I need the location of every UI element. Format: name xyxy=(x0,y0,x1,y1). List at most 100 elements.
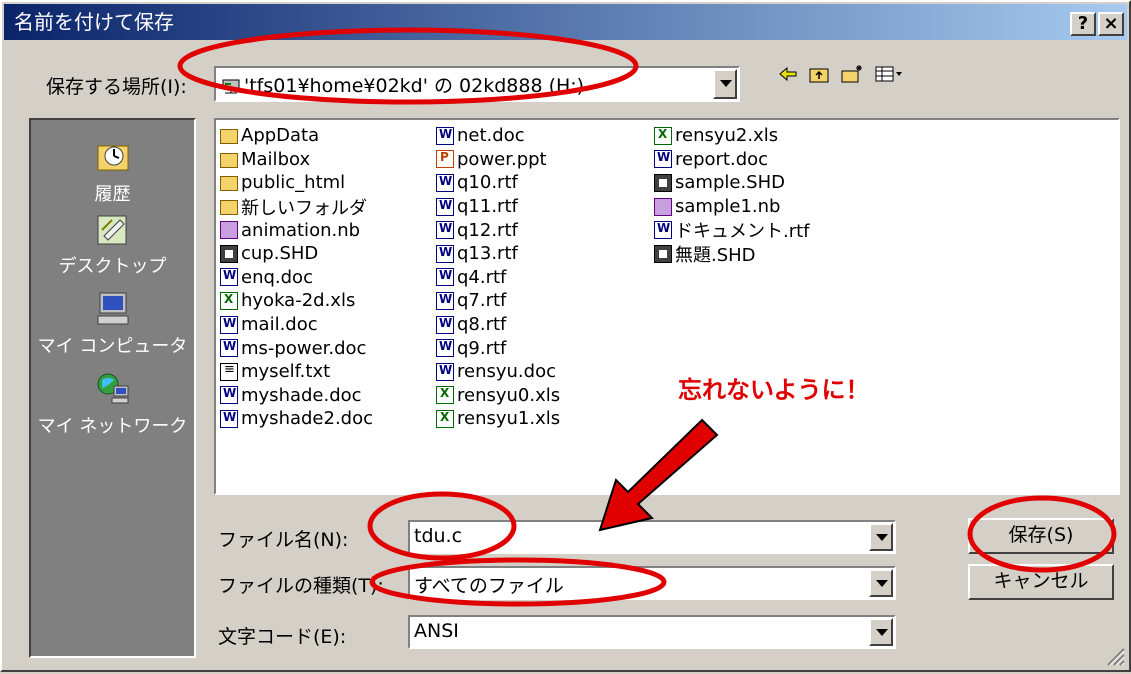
file-item[interactable]: net.doc xyxy=(436,124,560,148)
word-file-icon xyxy=(654,221,672,240)
folder-file-icon xyxy=(220,200,238,216)
word-file-icon xyxy=(436,173,454,192)
word-file-icon xyxy=(436,268,454,287)
shd-file-icon xyxy=(654,244,672,263)
file-item[interactable]: enq.doc xyxy=(220,266,373,290)
file-item[interactable]: q9.rtf xyxy=(436,336,560,360)
file-item[interactable]: q4.rtf xyxy=(436,266,560,290)
encoding-select[interactable]: ANSI xyxy=(408,615,896,649)
filename-input[interactable]: tdu.c xyxy=(408,520,896,554)
history-icon xyxy=(94,138,132,176)
file-item[interactable]: public_html xyxy=(220,171,373,195)
word-file-icon xyxy=(220,339,238,358)
file-item[interactable]: rensyu.doc xyxy=(436,360,560,384)
word-file-icon xyxy=(436,339,454,358)
save-button[interactable]: 保存(S) xyxy=(968,518,1114,554)
title-bar[interactable]: 名前を付けて保存 ? × xyxy=(4,4,1127,40)
cancel-button[interactable]: キャンセル xyxy=(968,564,1114,600)
file-item[interactable]: myshade.doc xyxy=(220,384,373,408)
file-name: rensyu2.xls xyxy=(675,125,779,147)
ppt-file-icon xyxy=(436,150,454,169)
file-item[interactable]: q11.rtf xyxy=(436,195,560,219)
filename-dropdown-icon[interactable] xyxy=(869,523,893,551)
filename-value: tdu.c xyxy=(414,525,463,547)
file-item[interactable]: q8.rtf xyxy=(436,313,560,337)
back-icon[interactable] xyxy=(777,64,799,89)
file-item[interactable]: report.doc xyxy=(654,148,810,172)
excel-file-icon xyxy=(436,409,454,428)
file-item[interactable]: ドキュメント.rtf xyxy=(654,218,810,242)
file-item[interactable]: rensyu2.xls xyxy=(654,124,810,148)
excel-file-icon xyxy=(436,386,454,405)
shd-file-icon xyxy=(220,244,238,263)
file-list[interactable]: AppData Mailbox public_html 新しいフォルダ animatio… xyxy=(214,118,1120,495)
file-name: myshade2.doc xyxy=(241,408,374,430)
word-file-icon xyxy=(220,315,238,334)
place-desktop[interactable]: デスクトップ xyxy=(31,210,194,278)
file-item[interactable]: cup.SHD xyxy=(220,242,373,266)
encoding-value: ANSI xyxy=(414,620,459,642)
file-name: myself.txt xyxy=(241,361,331,383)
word-file-icon xyxy=(436,221,454,240)
dialog-title: 名前を付けて保存 xyxy=(14,10,174,34)
file-item[interactable]: power.ppt xyxy=(436,148,560,172)
file-item[interactable]: Mailbox xyxy=(220,148,373,172)
file-name: animation.nb xyxy=(241,219,361,241)
file-item[interactable]: mail.doc xyxy=(220,313,373,337)
file-item[interactable]: rensyu0.xls xyxy=(436,384,560,408)
file-name: q7.rtf xyxy=(457,290,507,312)
word-file-icon xyxy=(436,244,454,263)
file-item[interactable]: rensyu1.xls xyxy=(436,407,560,431)
help-button[interactable]: ? xyxy=(1070,12,1096,36)
place-desktop-label: デスクトップ xyxy=(58,256,167,277)
filename-label: ファイル名(N): xyxy=(218,529,349,551)
view-menu-icon[interactable] xyxy=(874,64,904,89)
file-name: sample1.nb xyxy=(675,196,781,218)
word-file-icon xyxy=(654,150,672,169)
place-my-network[interactable]: マイ ネットワーク xyxy=(31,370,194,438)
word-file-icon xyxy=(436,362,454,381)
up-folder-icon[interactable] xyxy=(808,64,830,89)
resize-grip-icon[interactable] xyxy=(1103,644,1125,666)
file-item[interactable]: q7.rtf xyxy=(436,289,560,313)
file-item[interactable]: 新しいフォルダ xyxy=(220,195,373,219)
file-name: mail.doc xyxy=(241,314,318,336)
file-item[interactable]: q12.rtf xyxy=(436,218,560,242)
network-drive-icon xyxy=(222,76,240,94)
folder-file-icon xyxy=(220,176,238,192)
encoding-dropdown-icon[interactable] xyxy=(869,618,893,646)
file-item[interactable]: myshade2.doc xyxy=(220,407,373,431)
place-my-computer[interactable]: マイ コンピュータ xyxy=(31,290,194,358)
file-item[interactable]: myself.txt xyxy=(220,360,373,384)
file-item[interactable]: 無題.SHD xyxy=(654,242,810,266)
file-item[interactable]: AppData xyxy=(220,124,373,148)
places-bar: 履歴 デスクトップ マイ コンピュータ マイ ネットワーク xyxy=(29,118,196,658)
my-network-icon xyxy=(94,370,132,408)
file-name: ms-power.doc xyxy=(241,337,367,359)
file-name: q13.rtf xyxy=(457,243,518,265)
location-combo[interactable]: 'tfs01¥home¥02kd' の 02kd888 (H:) xyxy=(214,66,740,102)
file-item[interactable]: ms-power.doc xyxy=(220,336,373,360)
new-folder-icon[interactable] xyxy=(840,64,864,89)
file-name: hyoka-2d.xls xyxy=(241,290,356,312)
file-item[interactable]: q13.rtf xyxy=(436,242,560,266)
place-history[interactable]: 履歴 xyxy=(31,138,194,206)
file-column-2: net.docpower.pptq10.rtfq11.rtfq12.rtfq13… xyxy=(436,124,560,431)
close-button[interactable]: × xyxy=(1098,12,1124,36)
location-dropdown-icon[interactable] xyxy=(713,69,737,99)
word-file-icon xyxy=(436,197,454,216)
filetype-select[interactable]: すべてのファイル xyxy=(408,566,896,600)
file-item[interactable]: hyoka-2d.xls xyxy=(220,289,373,313)
file-item[interactable]: q10.rtf xyxy=(436,171,560,195)
file-item[interactable]: sample.SHD xyxy=(654,171,810,195)
my-computer-icon xyxy=(94,290,132,328)
word-file-icon xyxy=(220,409,238,428)
file-item[interactable]: sample1.nb xyxy=(654,195,810,219)
filetype-dropdown-icon[interactable] xyxy=(869,569,893,597)
file-column-3: rensyu2.xlsreport.docsample.SHDsample1.n… xyxy=(654,124,810,266)
file-item[interactable]: animation.nb xyxy=(220,218,373,242)
warning-note: 忘れないように！ xyxy=(678,376,870,404)
file-name: q9.rtf xyxy=(457,337,507,359)
txt-file-icon xyxy=(220,362,238,381)
file-name: report.doc xyxy=(675,148,769,170)
